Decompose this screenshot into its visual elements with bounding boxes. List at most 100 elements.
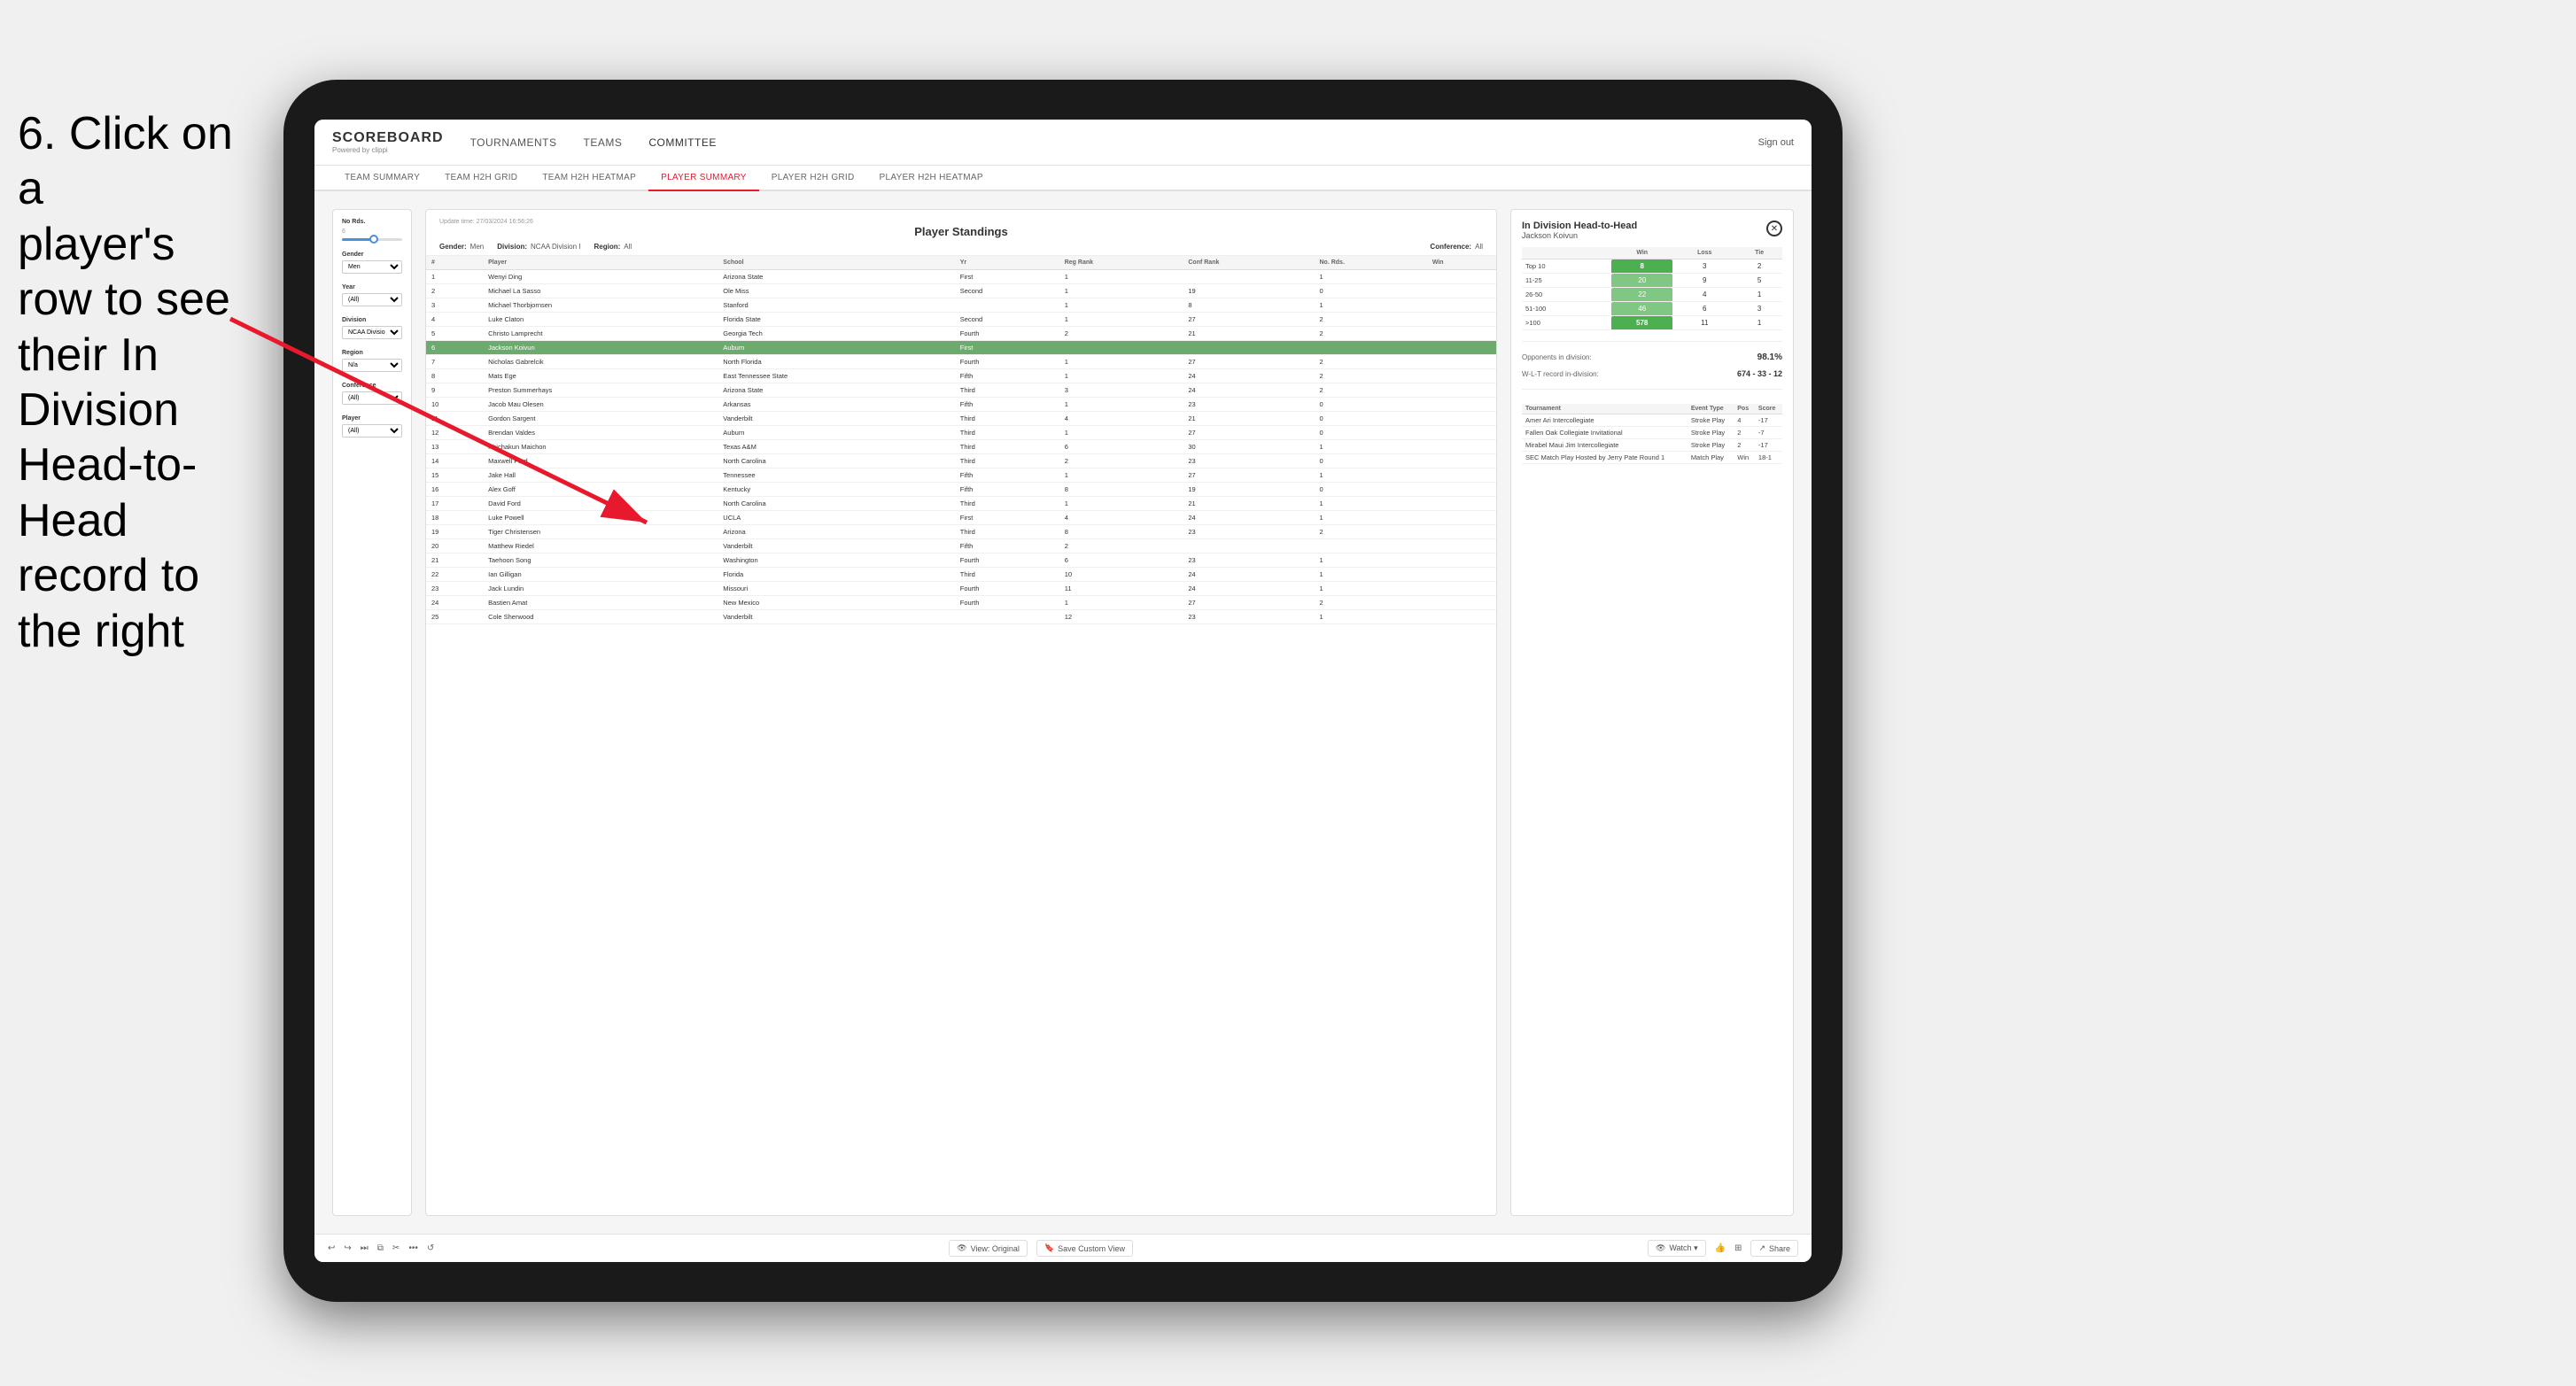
cell-conf: [1183, 341, 1314, 355]
rds-slider[interactable]: [342, 238, 402, 241]
table-row[interactable]: 25 Cole Sherwood Vanderbilt 12 23 1: [426, 610, 1496, 624]
cut-icon[interactable]: ✂: [392, 1243, 400, 1253]
filters-summary-row: Gender: Men Division: NCAA Division I Re…: [439, 243, 1483, 251]
h2h-loss-cell: 4: [1672, 288, 1736, 302]
h2h-tie-cell: 5: [1736, 274, 1782, 288]
eye-icon: 👁: [957, 1243, 966, 1253]
thumbsup-icon[interactable]: 👍: [1715, 1243, 1726, 1253]
cell-conf: 19: [1183, 284, 1314, 298]
cell-num: 1: [426, 270, 483, 284]
cell-conf: 24: [1183, 568, 1314, 582]
sign-out-button[interactable]: Sign out: [1758, 137, 1794, 148]
tab-player-h2h-heatmap[interactable]: PLAYER H2H HEATMAP: [867, 166, 996, 190]
h2h-loss-cell: 9: [1672, 274, 1736, 288]
table-row[interactable]: 16 Alex Goff Kentucky Fifth 8 19 0: [426, 483, 1496, 497]
gender-select[interactable]: Men: [342, 260, 402, 274]
division-select[interactable]: NCAA Division I: [342, 326, 402, 339]
table-row[interactable]: 18 Luke Powell UCLA First 4 24 1: [426, 511, 1496, 525]
h2h-win-cell: 46: [1611, 302, 1672, 316]
cell-yr: Fourth: [955, 554, 1059, 568]
conference-select[interactable]: (All): [342, 391, 402, 405]
share-button[interactable]: ↗ Share: [1750, 1240, 1798, 1257]
skip-icon[interactable]: ⏭: [361, 1243, 369, 1253]
watch-button[interactable]: 👁 Watch ▾: [1648, 1240, 1706, 1257]
cell-conf: [1183, 539, 1314, 554]
undo-icon[interactable]: ↩: [328, 1243, 335, 1253]
table-row[interactable]: 1 Wenyi Ding Arizona State First 1 1: [426, 270, 1496, 284]
table-row[interactable]: 2 Michael La Sasso Ole Miss Second 1 19 …: [426, 284, 1496, 298]
table-row[interactable]: 14 Maxwell Ford North Carolina Third 2 2…: [426, 454, 1496, 468]
table-row[interactable]: 17 David Ford North Carolina Third 1 21 …: [426, 497, 1496, 511]
t-name: Amer Ari Intercollegiate: [1522, 414, 1688, 427]
cell-school: Texas A&M: [718, 440, 954, 454]
h2h-tbody: Top 10 8 3 2 11-25 20 9 5 26-50 22 4 1 5…: [1522, 259, 1782, 330]
table-row[interactable]: 15 Jake Hall Tennessee Fifth 1 27 1: [426, 468, 1496, 483]
table-row[interactable]: 11 Gordon Sargent Vanderbilt Third 4 21 …: [426, 412, 1496, 426]
table-row[interactable]: 6 Jackson Koivun Auburn First: [426, 341, 1496, 355]
refresh-icon[interactable]: ↺: [427, 1243, 434, 1253]
cell-reg: 1: [1059, 369, 1183, 383]
gender-label: Gender: [342, 252, 402, 258]
cell-conf: 27: [1183, 355, 1314, 369]
cell-school: North Carolina: [718, 454, 954, 468]
cell-win: [1427, 355, 1496, 369]
table-row[interactable]: 5 Christo Lamprecht Georgia Tech Fourth …: [426, 327, 1496, 341]
table-row[interactable]: 19 Tiger Christensen Arizona Third 8 23 …: [426, 525, 1496, 539]
cell-school: Auburn: [718, 341, 954, 355]
h2h-header: In Division Head-to-Head Jackson Koivun …: [1522, 221, 1782, 240]
grid-icon[interactable]: ⊞: [1734, 1243, 1742, 1253]
nav-committee[interactable]: COMMITTEE: [648, 133, 717, 152]
region-select[interactable]: N/a: [342, 359, 402, 372]
cell-reg: 4: [1059, 412, 1183, 426]
cell-num: 11: [426, 412, 483, 426]
table-row[interactable]: 10 Jacob Mau Olesen Arkansas Fifth 1 23 …: [426, 398, 1496, 412]
table-row[interactable]: 8 Mats Ege East Tennessee State Fifth 1 …: [426, 369, 1496, 383]
table-row[interactable]: 12 Brendan Valdes Auburn Third 1 27 0: [426, 426, 1496, 440]
table-row[interactable]: 13 Phichakun Maichon Texas A&M Third 6 3…: [426, 440, 1496, 454]
table-row[interactable]: 9 Preston Summerhays Arizona State Third…: [426, 383, 1496, 398]
table-row[interactable]: 7 Nicholas Gabrelcik North Florida Fourt…: [426, 355, 1496, 369]
tab-team-h2h-heatmap[interactable]: TEAM H2H HEATMAP: [530, 166, 648, 190]
cell-reg: 1: [1059, 468, 1183, 483]
tab-team-summary[interactable]: TEAM SUMMARY: [332, 166, 432, 190]
h2h-loss-cell: 11: [1672, 316, 1736, 330]
table-row[interactable]: 23 Jack Lundin Missouri Fourth 11 24 1: [426, 582, 1496, 596]
cell-rds: 2: [1315, 327, 1427, 341]
cell-player: Nicholas Gabrelcik: [483, 355, 718, 369]
cell-win: [1427, 468, 1496, 483]
table-row[interactable]: 4 Luke Claton Florida State Second 1 27 …: [426, 313, 1496, 327]
col-num: #: [426, 256, 483, 270]
view-original-button[interactable]: 👁 View: Original: [949, 1240, 1028, 1257]
save-custom-view-button[interactable]: 🔖 Save Custom View: [1036, 1240, 1133, 1257]
cell-rds: 2: [1315, 355, 1427, 369]
table-row[interactable]: 3 Michael Thorbjornsen Stanford 1 8 1: [426, 298, 1496, 313]
redo-icon[interactable]: ↪: [344, 1243, 351, 1253]
cell-player: Taehoon Song: [483, 554, 718, 568]
h2h-tie-cell: 1: [1736, 316, 1782, 330]
cell-yr: Fifth: [955, 539, 1059, 554]
player-select[interactable]: (All): [342, 424, 402, 437]
t-name: Mirabel Maui Jim Intercollegiate: [1522, 439, 1688, 452]
tab-player-h2h-grid[interactable]: PLAYER H2H GRID: [759, 166, 867, 190]
year-select[interactable]: (All): [342, 293, 402, 306]
cell-school: Arizona: [718, 525, 954, 539]
cell-win: [1427, 525, 1496, 539]
table-row[interactable]: 21 Taehoon Song Washington Fourth 6 23 1: [426, 554, 1496, 568]
cell-player: Wenyi Ding: [483, 270, 718, 284]
table-row[interactable]: 24 Bastien Amat New Mexico Fourth 1 27 2: [426, 596, 1496, 610]
table-row[interactable]: 20 Matthew Riedel Vanderbilt Fifth 2: [426, 539, 1496, 554]
cell-win: [1427, 483, 1496, 497]
close-button[interactable]: ✕: [1766, 221, 1782, 236]
table-row[interactable]: 22 Ian Gilligan Florida Third 10 24 1: [426, 568, 1496, 582]
cell-yr: Third: [955, 440, 1059, 454]
copy-icon[interactable]: ⧉: [377, 1243, 384, 1253]
more-icon[interactable]: •••: [408, 1243, 418, 1253]
tab-team-h2h-grid[interactable]: TEAM H2H GRID: [432, 166, 530, 190]
gender-chip-label: Gender:: [439, 243, 467, 251]
nav-tournaments[interactable]: TOURNAMENTS: [470, 133, 557, 152]
t-type: Match Play: [1688, 452, 1734, 464]
cell-num: 5: [426, 327, 483, 341]
nav-teams[interactable]: TEAMS: [584, 133, 623, 152]
cell-conf: 23: [1183, 454, 1314, 468]
tab-player-summary[interactable]: PLAYER SUMMARY: [648, 166, 759, 191]
